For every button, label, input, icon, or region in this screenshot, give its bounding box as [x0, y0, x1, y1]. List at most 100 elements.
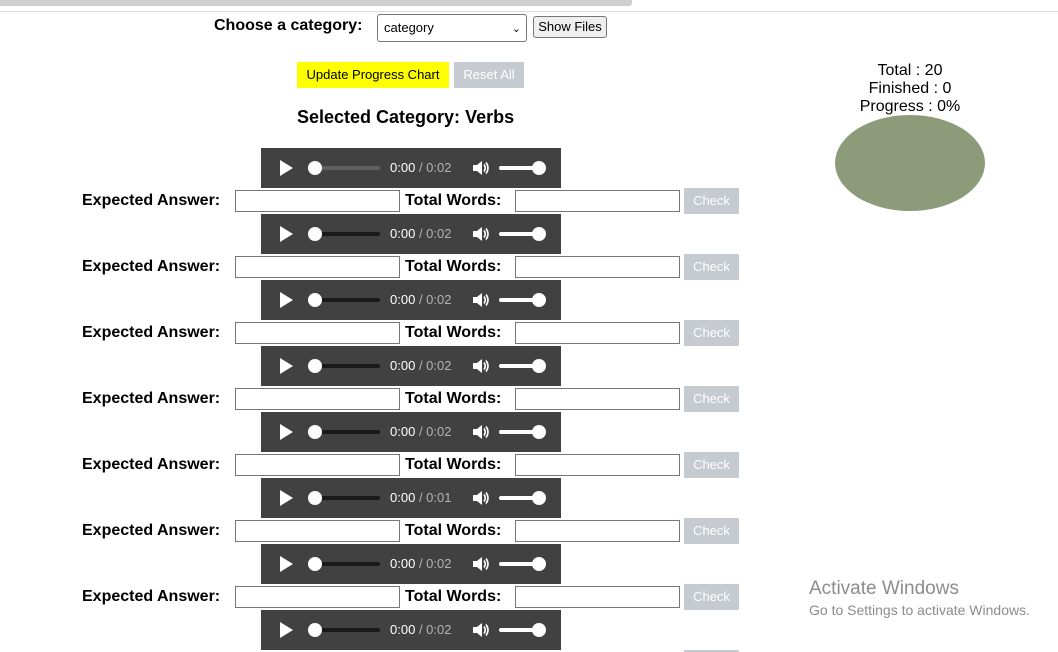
reset-all-button[interactable]: Reset All — [454, 62, 524, 88]
audio-player[interactable]: 0:00 / 0:02 — [261, 544, 561, 584]
volume-icon[interactable] — [471, 357, 489, 375]
category-label: Choose a category: — [214, 17, 363, 34]
play-icon[interactable] — [280, 490, 293, 506]
horizontal-scrollbar[interactable] — [0, 0, 632, 6]
expected-answer-input[interactable] — [235, 190, 400, 212]
total-words-input[interactable] — [515, 388, 680, 410]
check-button[interactable]: Check — [684, 188, 739, 214]
check-button[interactable]: Check — [684, 452, 739, 478]
audio-player[interactable]: 0:00 / 0:02 — [261, 214, 561, 254]
play-icon[interactable] — [280, 424, 293, 440]
expected-answer-label: Expected Answer: — [82, 390, 221, 407]
check-button[interactable]: Check — [684, 254, 739, 280]
audio-time: 0:00 / 0:02 — [390, 226, 451, 242]
volume-handle[interactable] — [532, 557, 546, 571]
seek-handle[interactable] — [308, 425, 322, 439]
total-words-input[interactable] — [515, 322, 680, 344]
audio-player[interactable]: 0:00 / 0:02 — [261, 148, 561, 188]
update-progress-chart-button[interactable]: Update Progress Chart — [297, 62, 449, 88]
check-button[interactable]: Check — [684, 386, 739, 412]
seek-handle[interactable] — [308, 359, 322, 373]
audio-time: 0:00 / 0:02 — [390, 292, 451, 308]
audio-player[interactable]: 0:00 / 0:02 — [261, 280, 561, 320]
expected-answer-input[interactable] — [235, 586, 400, 608]
play-icon[interactable] — [280, 358, 293, 374]
volume-handle[interactable] — [532, 491, 546, 505]
current-time: 0:00 — [390, 490, 416, 505]
expected-answer-label: Expected Answer: — [82, 522, 221, 539]
category-select[interactable]: category ⌄ — [377, 14, 527, 42]
seek-bar[interactable] — [315, 166, 380, 170]
exercise-row: 0:00 / 0:02 Expected Answer: Total Words: C… — [0, 346, 760, 412]
total-words-input[interactable] — [515, 454, 680, 476]
seek-handle[interactable] — [308, 161, 322, 175]
seek-handle[interactable] — [308, 227, 322, 241]
check-button[interactable]: Check — [684, 518, 739, 544]
audio-player[interactable]: 0:00 / 0:02 — [261, 346, 561, 386]
volume-icon[interactable] — [471, 621, 489, 639]
play-icon[interactable] — [280, 556, 293, 572]
check-button[interactable]: Check — [684, 584, 739, 610]
play-icon[interactable] — [280, 226, 293, 242]
volume-handle[interactable] — [532, 425, 546, 439]
progress-chart — [835, 115, 985, 211]
play-icon[interactable] — [280, 160, 293, 176]
total-words-input[interactable] — [515, 586, 680, 608]
volume-icon[interactable] — [471, 159, 489, 177]
seek-bar[interactable] — [315, 298, 380, 302]
show-files-button[interactable]: Show Files — [533, 16, 607, 38]
finished-count: Finished : 0 — [868, 80, 952, 97]
total-words-label: Total Words: — [405, 258, 502, 275]
volume-handle[interactable] — [532, 293, 546, 307]
seek-bar[interactable] — [315, 364, 380, 368]
seek-bar[interactable] — [315, 628, 380, 632]
seek-handle[interactable] — [308, 293, 322, 307]
seek-bar[interactable] — [315, 430, 380, 434]
watermark-title: Activate Windows — [809, 578, 959, 599]
total-words-label: Total Words: — [405, 390, 502, 407]
seek-bar[interactable] — [315, 496, 380, 500]
expected-answer-input[interactable] — [235, 454, 400, 476]
exercise-row: 0:00 / 0:02 Expected Answer: Total Words: C… — [0, 544, 760, 610]
audio-player[interactable]: 0:00 / 0:01 — [261, 478, 561, 518]
volume-icon[interactable] — [471, 555, 489, 573]
progress-percent: Progress : 0% — [859, 98, 961, 115]
expected-answer-input[interactable] — [235, 256, 400, 278]
seek-handle[interactable] — [308, 557, 322, 571]
volume-icon[interactable] — [471, 489, 489, 507]
volume-handle[interactable] — [532, 161, 546, 175]
seek-bar[interactable] — [315, 232, 380, 236]
expected-answer-label: Expected Answer: — [82, 324, 221, 341]
total-words-label: Total Words: — [405, 456, 502, 473]
expected-answer-input[interactable] — [235, 388, 400, 410]
volume-icon[interactable] — [471, 225, 489, 243]
seek-handle[interactable] — [308, 491, 322, 505]
seek-bar[interactable] — [315, 562, 380, 566]
volume-icon[interactable] — [471, 423, 489, 441]
volume-icon[interactable] — [471, 291, 489, 309]
seek-handle[interactable] — [308, 623, 322, 637]
play-icon[interactable] — [280, 292, 293, 308]
current-time: 0:00 — [390, 292, 416, 307]
audio-player[interactable]: 0:00 / 0:02 — [261, 412, 561, 452]
volume-handle[interactable] — [532, 359, 546, 373]
total-words-input[interactable] — [515, 190, 680, 212]
duration: / 0:02 — [418, 160, 452, 175]
duration: / 0:02 — [418, 556, 452, 571]
exercise-row: 0:00 / 0:02 Expected Answer: Total Words: C… — [0, 280, 760, 346]
volume-handle[interactable] — [532, 623, 546, 637]
check-button[interactable]: Check — [684, 320, 739, 346]
total-words-label: Total Words: — [405, 192, 502, 209]
volume-handle[interactable] — [532, 227, 546, 241]
expected-answer-label: Expected Answer: — [82, 456, 221, 473]
expected-answer-label: Expected Answer: — [82, 588, 221, 605]
play-icon[interactable] — [280, 622, 293, 638]
expected-answer-input[interactable] — [235, 520, 400, 542]
exercise-row: 0:00 / 0:01 Expected Answer: Total Words: C… — [0, 478, 760, 544]
expected-answer-input[interactable] — [235, 322, 400, 344]
audio-time: 0:00 / 0:01 — [390, 490, 451, 506]
audio-player[interactable]: 0:00 / 0:02 — [261, 610, 561, 650]
selected-category-value: Verbs — [465, 107, 515, 127]
total-words-input[interactable] — [515, 256, 680, 278]
total-words-input[interactable] — [515, 520, 680, 542]
